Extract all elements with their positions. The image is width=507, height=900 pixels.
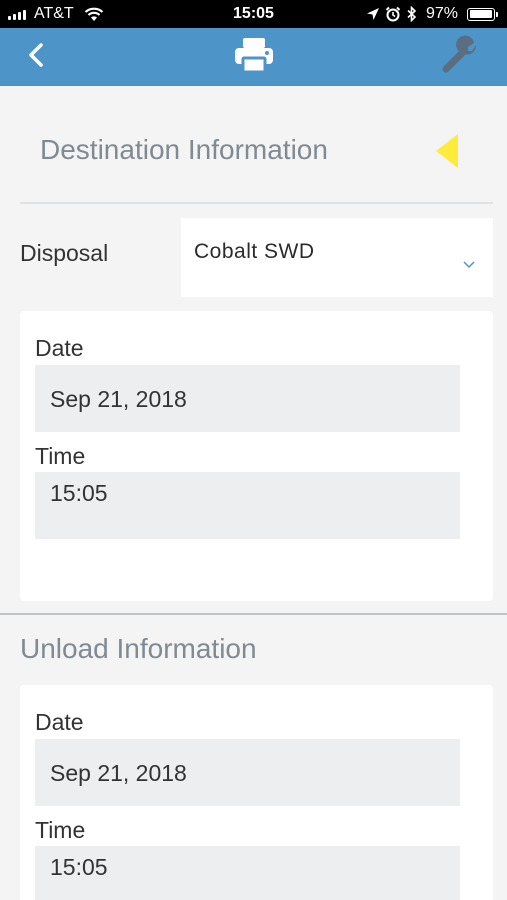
unload-time-field[interactable]: 15:05 bbox=[35, 846, 460, 900]
location-arrow-icon bbox=[366, 0, 380, 28]
alarm-clock-icon bbox=[385, 0, 401, 28]
printer-icon bbox=[233, 36, 275, 79]
battery-icon bbox=[467, 0, 498, 28]
status-bar: AT&T 15:05 97% bbox=[0, 0, 507, 28]
chevron-left-icon bbox=[27, 42, 45, 73]
back-button[interactable] bbox=[16, 28, 56, 86]
unload-time-label: Time bbox=[35, 817, 86, 843]
disposal-select[interactable]: Cobalt SWD bbox=[181, 218, 493, 297]
destination-time-label: Time bbox=[35, 443, 86, 469]
unload-time-value: 15:05 bbox=[50, 854, 108, 880]
settings-button[interactable] bbox=[432, 28, 488, 86]
unload-date-value: Sep 21, 2018 bbox=[50, 760, 187, 786]
nav-bar bbox=[0, 28, 507, 86]
bluetooth-icon bbox=[406, 0, 418, 28]
section-divider bbox=[0, 613, 507, 615]
unload-date-field[interactable]: Sep 21, 2018 bbox=[35, 739, 460, 806]
destination-datetime-card: Date Sep 21, 2018 Time 15:05 bbox=[20, 311, 493, 601]
unload-datetime-card: Date Sep 21, 2018 Time 15:05 bbox=[20, 685, 493, 900]
destination-section-title: Destination Information bbox=[40, 134, 328, 165]
disposal-select-value: Cobalt SWD bbox=[194, 240, 315, 263]
unload-date-label: Date bbox=[35, 709, 84, 735]
chevron-down-icon bbox=[463, 256, 475, 274]
section-divider bbox=[20, 202, 493, 204]
print-button[interactable] bbox=[226, 28, 282, 86]
destination-date-value: Sep 21, 2018 bbox=[50, 386, 187, 412]
yellow-marker-icon bbox=[436, 134, 458, 168]
battery-level bbox=[469, 10, 492, 18]
disposal-label: Disposal bbox=[20, 240, 109, 266]
destination-time-field[interactable]: 15:05 bbox=[35, 472, 460, 539]
unload-section-title: Unload Information bbox=[20, 633, 257, 664]
destination-date-field[interactable]: Sep 21, 2018 bbox=[35, 365, 460, 432]
destination-date-label: Date bbox=[35, 335, 84, 361]
destination-time-value: 15:05 bbox=[50, 480, 108, 506]
wrench-icon bbox=[440, 35, 480, 80]
battery-percent: 97% bbox=[426, 5, 459, 22]
